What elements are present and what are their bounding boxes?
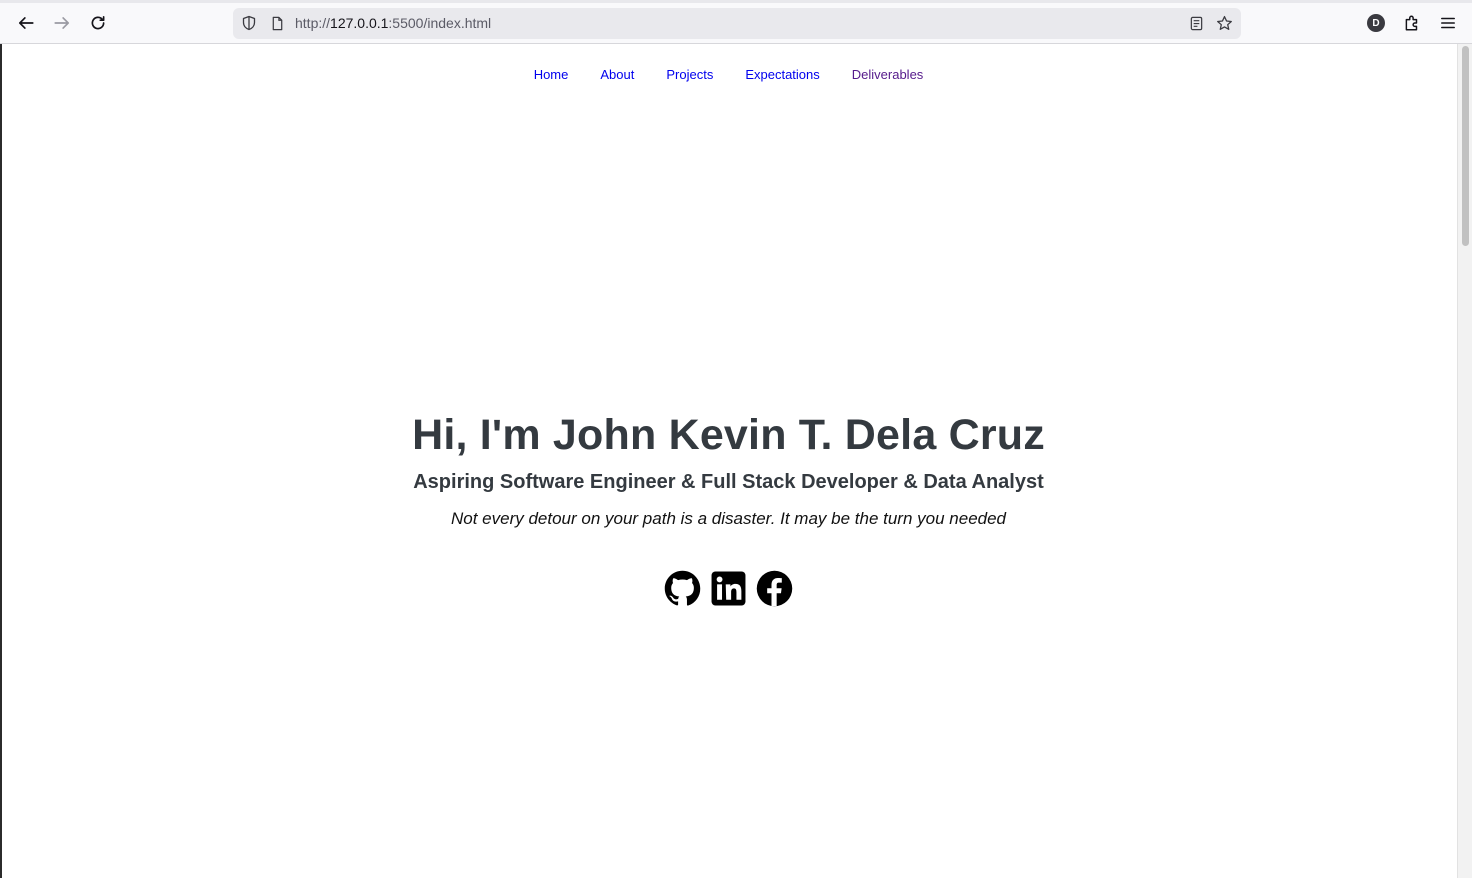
hero-section: Hi, I'm John Kevin T. Dela Cruz Aspiring… (0, 405, 1457, 531)
address-bar[interactable]: http://127.0.0.1:5500/index.html (233, 8, 1241, 39)
github-icon (664, 570, 701, 606)
nav-link-about[interactable]: About (600, 67, 634, 85)
url-scheme: http:// (295, 15, 331, 31)
nav-link-projects[interactable]: Projects (666, 67, 713, 85)
hero-title: Hi, I'm John Kevin T. Dela Cruz (412, 411, 1045, 459)
tab-strip-edge (0, 0, 1472, 3)
nav-link-home[interactable]: Home (534, 67, 569, 85)
github-link[interactable] (664, 570, 701, 607)
facebook-link[interactable] (756, 570, 793, 607)
reload-button[interactable] (84, 10, 112, 36)
arrow-right-icon (54, 17, 70, 29)
site-navbar: Home About Projects Expectations Deliver… (0, 67, 1457, 85)
facebook-icon (756, 570, 793, 607)
hero-quote: Not every detour on your path is a disas… (450, 509, 1007, 528)
vertical-scrollbar[interactable] (1457, 44, 1472, 878)
scrollbar-thumb[interactable] (1462, 46, 1469, 246)
back-button[interactable] (12, 10, 40, 36)
url-text[interactable]: http://127.0.0.1:5500/index.html (295, 15, 491, 31)
arrow-left-icon (18, 17, 34, 29)
url-path: :5500/index.html (388, 15, 492, 31)
linkedin-link[interactable] (710, 570, 747, 607)
linkedin-icon (711, 571, 746, 606)
account-avatar[interactable]: D (1367, 14, 1385, 32)
url-host: 127.0.0.1 (330, 15, 389, 31)
reload-icon (91, 15, 105, 30)
puzzle-icon (1405, 15, 1418, 31)
nav-link-expectations[interactable]: Expectations (745, 67, 819, 85)
bookmark-star-icon[interactable] (1215, 14, 1233, 32)
menu-button[interactable] (1434, 10, 1462, 36)
reader-view-icon[interactable] (1187, 14, 1205, 32)
extensions-button[interactable] (1398, 10, 1426, 36)
nav-link-deliverables[interactable]: Deliverables (852, 67, 924, 85)
forward-button[interactable] (48, 10, 76, 36)
browser-toolbar: http://127.0.0.1:5500/index.html D (0, 0, 1472, 44)
hero-subtitle: Aspiring Software Engineer & Full Stack … (413, 471, 1044, 493)
page-icon[interactable] (268, 14, 286, 32)
social-links (0, 570, 1457, 607)
shield-icon[interactable] (240, 14, 258, 32)
hamburger-icon (1441, 17, 1455, 29)
